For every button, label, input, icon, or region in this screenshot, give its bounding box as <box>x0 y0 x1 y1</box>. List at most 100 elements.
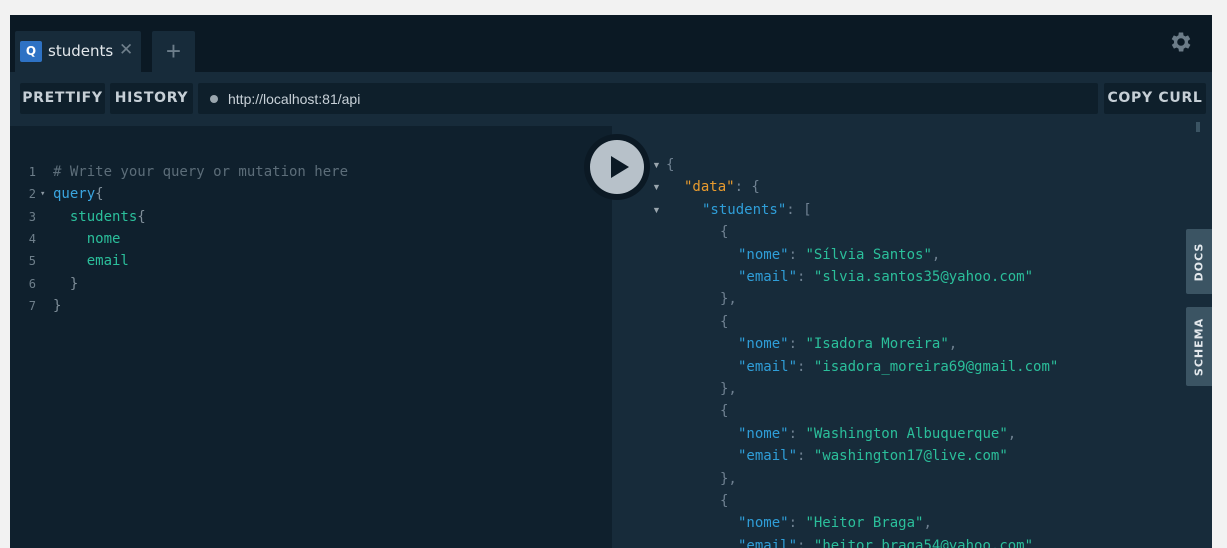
json-brace: { <box>666 157 675 173</box>
student-email: heitor_braga54@yahoo.com <box>822 537 1025 548</box>
json-token: "nome" <box>738 425 789 442</box>
result-line: }, <box>720 378 737 400</box>
code-line[interactable]: 5 email <box>10 250 612 272</box>
student-name: Heitor Braga <box>813 515 916 532</box>
result-line: { <box>720 311 728 333</box>
code-text: } <box>53 275 79 292</box>
json-token: : <box>797 448 814 465</box>
prettify-button[interactable]: PRETTIFY <box>20 83 105 114</box>
result-line: "email": "heitor_braga54@yahoo.com" <box>738 535 1033 548</box>
result-line: { <box>720 400 728 422</box>
result-line: { <box>720 221 728 243</box>
json-token: }, <box>720 381 737 397</box>
gear-icon[interactable] <box>1168 29 1194 55</box>
json-token: "nome" <box>738 336 789 353</box>
run-button-ring <box>584 134 650 200</box>
code-text: # Write your query or mutation here <box>53 164 349 180</box>
json-token: " <box>805 336 814 353</box>
json-token: " <box>805 246 814 263</box>
json-token: }, <box>720 470 737 487</box>
docs-tab[interactable]: DOCS <box>1186 229 1212 294</box>
json-token: "email" <box>738 269 798 285</box>
json-token: : [ <box>786 201 812 218</box>
student-email: slvia.santos35@yahoo.com <box>822 269 1025 285</box>
json-token: " <box>1024 537 1034 548</box>
result-line: "nome": "Isadora Moreira", <box>738 333 957 355</box>
json-token: " <box>999 448 1008 465</box>
json-token: : <box>797 537 814 548</box>
student-name: Washington Albuquerque <box>813 425 1000 442</box>
history-button[interactable]: HISTORY <box>110 83 193 114</box>
result-line: "email": "washington17@live.com" <box>738 445 1008 467</box>
json-token: " <box>805 515 814 532</box>
code-line[interactable]: 2 ▾ query{ <box>10 183 612 205</box>
query-editor[interactable]: 1 # Write your query or mutation here 2 ▾ qu… <box>10 126 612 548</box>
result-line: "nome": "Sílvia Santos", <box>738 244 940 266</box>
close-icon[interactable]: ✕ <box>119 40 133 60</box>
status-dot <box>210 95 218 103</box>
result-line: "students": [ <box>702 199 812 221</box>
code-line[interactable]: 7} <box>10 295 612 317</box>
json-token: " <box>1024 269 1034 285</box>
result-line: "nome": "Washington Albuquerque", <box>738 423 1016 445</box>
tab-title: students <box>48 42 114 60</box>
json-token: : { <box>734 179 760 196</box>
tab-bar: Q students ✕ + <box>10 15 1212 72</box>
collapse-arrow-icon[interactable]: ▼ <box>652 205 661 215</box>
result-scrollbar[interactable] <box>1196 122 1200 132</box>
json-token: " <box>805 425 814 442</box>
json-token: "nome" <box>738 246 789 263</box>
json-token: "email" <box>738 448 798 465</box>
result-line: "email": "isadora_moreira69@gmail.com" <box>738 356 1058 378</box>
json-token: : <box>797 269 814 285</box>
json-token: , <box>931 246 941 263</box>
result-line: { <box>720 490 728 512</box>
line-number: 4 <box>28 231 36 246</box>
json-token: }, <box>720 291 737 308</box>
json-token: "email" <box>738 537 798 548</box>
line-number: 7 <box>28 298 36 313</box>
collapse-arrow-icon[interactable]: ▼ <box>652 182 661 192</box>
line-number: 5 <box>28 254 36 269</box>
result-line: "nome": "Heitor Braga", <box>738 512 932 534</box>
docs-tab-label: DOCS <box>1192 242 1206 281</box>
result-line: }, <box>720 288 737 310</box>
code-line[interactable]: 1 # Write your query or mutation here <box>10 161 612 183</box>
json-token: " <box>999 425 1008 442</box>
fold-arrow-icon[interactable]: ▾ <box>40 183 45 205</box>
code-line[interactable]: 6 } <box>10 273 612 295</box>
line-number: 2 <box>28 187 36 202</box>
student-name: Sílvia Santos <box>813 246 924 263</box>
endpoint-url-bar[interactable] <box>198 83 1098 114</box>
json-token: , <box>1007 425 1017 442</box>
result-viewer[interactable]: {▼ "data": {▼ "students": [▼{"nome": "Sílv… <box>612 126 1212 548</box>
json-token: " <box>940 336 949 353</box>
json-token: : <box>788 336 806 353</box>
json-token: : <box>788 515 806 532</box>
collapse-arrow-icon[interactable]: ▼ <box>652 160 661 170</box>
add-tab-button[interactable]: + <box>152 31 195 72</box>
student-email: washington17@live.com <box>822 448 1000 465</box>
json-token: : <box>788 246 806 263</box>
line-number: 3 <box>28 209 36 224</box>
schema-tab[interactable]: SCHEMA <box>1186 307 1212 386</box>
code-text: students{ <box>53 208 146 225</box>
json-token: : <box>788 425 806 442</box>
endpoint-url-input[interactable] <box>228 83 1088 114</box>
json-key-students: "students" <box>702 201 787 218</box>
json-token: " <box>923 246 932 263</box>
schema-tab-label: SCHEMA <box>1192 317 1206 376</box>
student-name: Isadora Moreira <box>813 336 941 353</box>
tab-students[interactable]: Q students ✕ <box>15 31 141 72</box>
json-key-data: "data" <box>684 179 735 196</box>
json-token: { <box>720 313 729 330</box>
code-line[interactable]: 3 students{ <box>10 206 612 228</box>
result-line: "data": { <box>684 176 760 198</box>
json-token: , <box>948 336 958 353</box>
query-badge: Q <box>20 41 42 62</box>
run-query-button[interactable] <box>590 140 644 194</box>
copy-curl-button[interactable]: COPY CURL <box>1104 83 1206 114</box>
json-token: { <box>720 403 729 420</box>
toolbar: PRETTIFY HISTORY COPY CURL <box>10 72 1212 126</box>
code-line[interactable]: 4 nome <box>10 228 612 250</box>
